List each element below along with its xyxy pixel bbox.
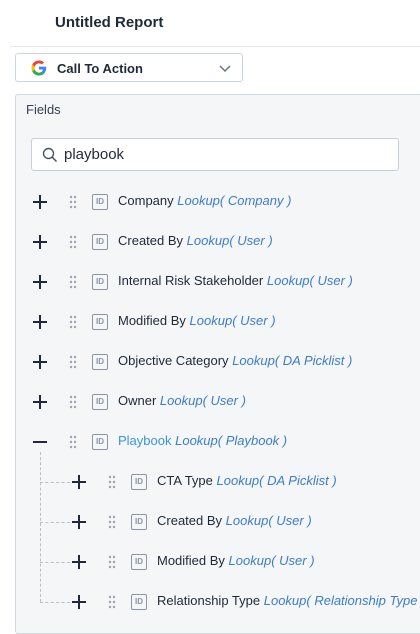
id-field-icon: ID bbox=[92, 434, 108, 450]
id-field-icon: ID bbox=[92, 234, 108, 250]
id-field-icon: ID bbox=[131, 514, 147, 530]
field-label[interactable]: Internal Risk Stakeholder Lookup( User ) bbox=[118, 273, 353, 288]
drag-handle-icon[interactable] bbox=[69, 235, 77, 249]
drag-handle-icon[interactable] bbox=[69, 435, 77, 449]
drag-handle-icon[interactable] bbox=[108, 515, 116, 529]
field-row[interactable]: ID Relationship Type Lookup( Relationship… bbox=[0, 582, 420, 622]
header-divider bbox=[10, 46, 420, 47]
expand-icon[interactable] bbox=[71, 594, 87, 610]
expand-icon[interactable] bbox=[32, 194, 48, 210]
expand-icon[interactable] bbox=[32, 314, 48, 330]
drag-handle-icon[interactable] bbox=[108, 555, 116, 569]
field-type: Lookup( User ) bbox=[189, 313, 276, 328]
field-name: Modified By bbox=[157, 553, 225, 568]
field-name: Objective Category bbox=[118, 353, 229, 368]
expand-icon[interactable] bbox=[32, 394, 48, 410]
drag-handle-icon[interactable] bbox=[108, 475, 116, 489]
field-type: Lookup( User ) bbox=[266, 273, 353, 288]
id-field-icon: ID bbox=[131, 594, 147, 610]
google-icon bbox=[31, 60, 47, 76]
drag-handle-icon[interactable] bbox=[69, 195, 77, 209]
field-row[interactable]: ID Company Lookup( Company ) bbox=[0, 182, 420, 222]
field-row[interactable]: ID Owner Lookup( User ) bbox=[0, 382, 420, 422]
field-label[interactable]: Modified By Lookup( User ) bbox=[157, 553, 315, 568]
id-field-icon: ID bbox=[92, 274, 108, 290]
field-type: Lookup( DA Picklist ) bbox=[216, 473, 337, 488]
field-type: Lookup( DA Picklist ) bbox=[232, 353, 353, 368]
field-label[interactable]: Owner Lookup( User ) bbox=[118, 393, 246, 408]
field-label[interactable]: Company Lookup( Company ) bbox=[118, 193, 291, 208]
expand-icon[interactable] bbox=[71, 514, 87, 530]
chevron-down-icon bbox=[219, 65, 231, 73]
search-icon bbox=[42, 147, 58, 163]
field-name: Created By bbox=[118, 233, 184, 248]
field-row[interactable]: ID Objective Category Lookup( DA Picklist… bbox=[0, 342, 420, 382]
id-field-icon: ID bbox=[131, 554, 147, 570]
field-search-box[interactable] bbox=[31, 138, 399, 171]
field-name: Owner bbox=[118, 393, 157, 408]
drag-handle-icon[interactable] bbox=[69, 275, 77, 289]
expand-icon[interactable] bbox=[32, 354, 48, 370]
field-type: Lookup( User ) bbox=[186, 233, 273, 248]
field-name: Company bbox=[118, 193, 174, 208]
id-field-icon: ID bbox=[92, 314, 108, 330]
field-type: Lookup( Playbook ) bbox=[175, 433, 288, 448]
field-label[interactable]: CTA Type Lookup( DA Picklist ) bbox=[157, 473, 337, 488]
field-row[interactable]: ID Modified By Lookup( User ) bbox=[0, 542, 420, 582]
field-row[interactable]: ID Playbook Lookup( Playbook ) bbox=[0, 422, 420, 462]
source-object-label: Call To Action bbox=[57, 61, 143, 76]
top-bar: Untitled Report bbox=[0, 0, 420, 46]
source-object-select[interactable]: Call To Action bbox=[15, 53, 243, 82]
report-title[interactable]: Untitled Report bbox=[55, 14, 163, 31]
fields-header: Fields bbox=[26, 102, 61, 117]
field-name: Relationship Type bbox=[157, 593, 261, 608]
field-type: Lookup( User ) bbox=[225, 513, 312, 528]
drag-handle-icon[interactable] bbox=[108, 595, 116, 609]
field-type: Lookup( Company ) bbox=[177, 193, 292, 208]
field-name: Modified By bbox=[118, 313, 186, 328]
field-label[interactable]: Playbook Lookup( Playbook ) bbox=[118, 433, 287, 448]
field-name: Created By bbox=[157, 513, 223, 528]
field-type: Lookup( User ) bbox=[228, 553, 315, 568]
id-field-icon: ID bbox=[131, 474, 147, 490]
field-row[interactable]: ID Modified By Lookup( User ) bbox=[0, 302, 420, 342]
drag-handle-icon[interactable] bbox=[69, 395, 77, 409]
field-label[interactable]: Objective Category Lookup( DA Picklist ) bbox=[118, 353, 352, 368]
field-label[interactable]: Created By Lookup( User ) bbox=[118, 233, 273, 248]
field-row[interactable]: ID CTA Type Lookup( DA Picklist ) bbox=[0, 462, 420, 502]
field-label[interactable]: Created By Lookup( User ) bbox=[157, 513, 312, 528]
field-row[interactable]: ID Created By Lookup( User ) bbox=[0, 502, 420, 542]
expand-icon[interactable] bbox=[32, 234, 48, 250]
search-input[interactable] bbox=[64, 146, 364, 163]
expand-icon[interactable] bbox=[71, 474, 87, 490]
expand-icon[interactable] bbox=[71, 554, 87, 570]
field-label[interactable]: Modified By Lookup( User ) bbox=[118, 313, 276, 328]
drag-handle-icon[interactable] bbox=[69, 315, 77, 329]
field-name: Playbook bbox=[118, 433, 172, 448]
field-name: CTA Type bbox=[157, 473, 213, 488]
id-field-icon: ID bbox=[92, 394, 108, 410]
field-name: Internal Risk Stakeholder bbox=[118, 273, 264, 288]
id-field-icon: ID bbox=[92, 354, 108, 370]
field-row[interactable]: ID Created By Lookup( User ) bbox=[0, 222, 420, 262]
expand-icon[interactable] bbox=[32, 274, 48, 290]
field-type: Lookup( User ) bbox=[159, 393, 246, 408]
drag-handle-icon[interactable] bbox=[69, 355, 77, 369]
field-row[interactable]: ID Internal Risk Stakeholder Lookup( User… bbox=[0, 262, 420, 302]
field-label[interactable]: Relationship Type Lookup( Relationship T… bbox=[157, 593, 420, 608]
id-field-icon: ID bbox=[92, 194, 108, 210]
field-type: Lookup( Relationship Type ) bbox=[263, 593, 420, 608]
collapse-icon[interactable] bbox=[32, 434, 48, 450]
